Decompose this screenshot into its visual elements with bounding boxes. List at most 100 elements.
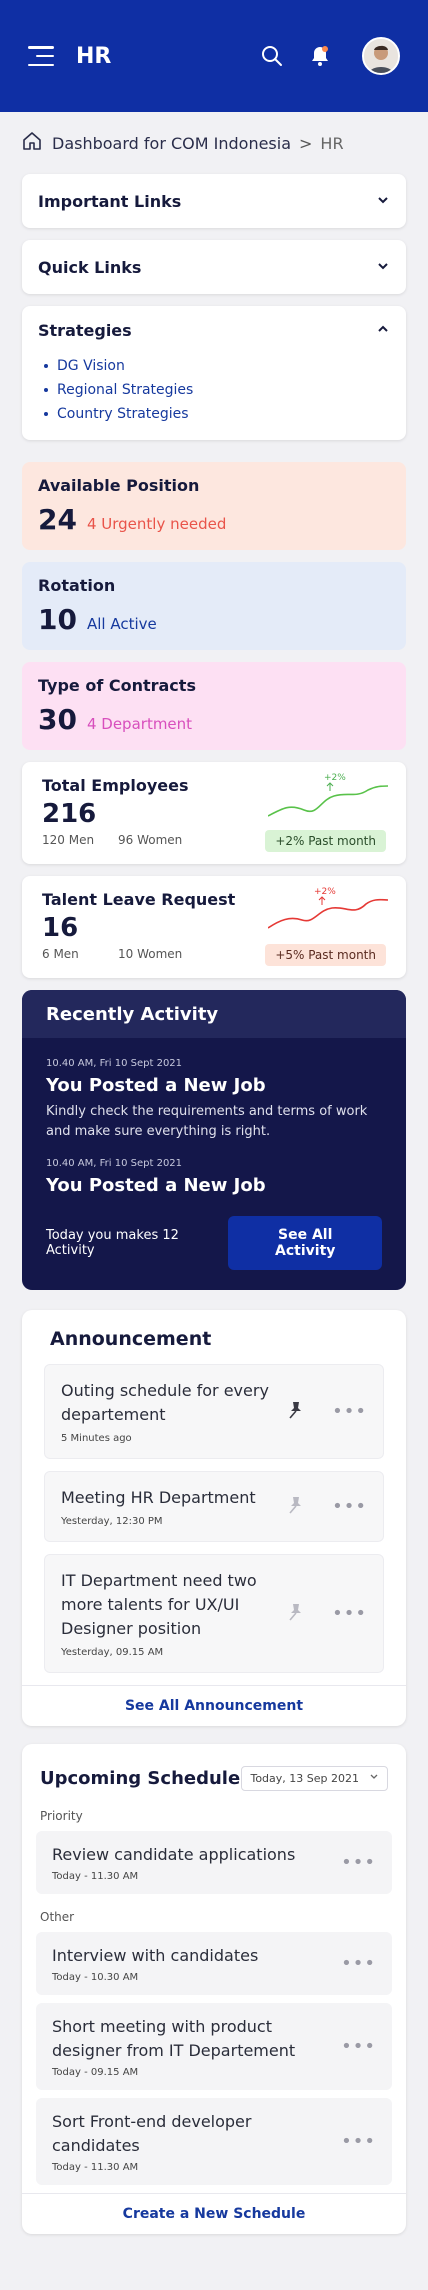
stat-available-position[interactable]: Available Position 24 4 Urgently needed [22, 462, 406, 550]
accordion-quick-links[interactable]: Quick Links [22, 240, 406, 294]
pin-icon[interactable] [286, 1602, 310, 1626]
recent-activity-panel: Recently Activity 10.40 AM, Fri 10 Sept … [22, 990, 406, 1290]
trend-label: +2% [324, 773, 346, 783]
chevron-down-icon [376, 258, 390, 277]
page-title: HR [76, 43, 112, 69]
stat-label: Type of Contracts [38, 676, 196, 695]
activity-title: You Posted a New Job [46, 1075, 266, 1096]
create-schedule-link[interactable]: Create a New Schedule [22, 2193, 406, 2234]
strategies-list: DG Vision Regional Strategies Country St… [38, 354, 390, 426]
chevron-up-icon [376, 321, 390, 340]
stat-subtext: 4 Urgently needed [86, 515, 227, 533]
home-icon[interactable] [22, 131, 42, 155]
accordion-strategies: Strategies DG Vision Regional Strategies… [22, 306, 406, 440]
date-picker[interactable]: Today, 13 Sep 2021 [241, 1766, 388, 1791]
panel-title: Upcoming Schedule [40, 1768, 241, 1789]
activity-time: 10.40 AM, Fri 10 Sept 2021 [46, 1058, 183, 1069]
trend-sparkline: +2% [268, 773, 388, 817]
women-count: 10 Women [118, 947, 183, 961]
breadcrumb-current: HR [320, 133, 344, 153]
stat-label: Rotation [38, 576, 116, 595]
avatar[interactable] [362, 37, 400, 75]
activity-item[interactable]: 10.40 AM, Fri 10 Sept 2021 You Posted a … [46, 1158, 382, 1196]
activity-time: 10.40 AM, Fri 10 Sept 2021 [46, 1158, 183, 1169]
schedule-title: Sort Front-end developer candidates [52, 2112, 252, 2155]
trend-label: +2% [314, 887, 336, 897]
announcement-item[interactable]: Outing schedule for every departement 5 … [44, 1364, 384, 1459]
more-options-icon[interactable]: ••• [341, 2036, 376, 2057]
announcement-time: Yesterday, 12:30 PM [61, 1516, 163, 1527]
accordion-important-links[interactable]: Important Links [22, 174, 406, 228]
growth-badge: +2% Past month [265, 830, 386, 852]
stat-label: Available Position [38, 476, 200, 495]
accordion-header[interactable]: Strategies [38, 306, 390, 354]
stat-value: 10 [38, 603, 77, 636]
schedule-title: Interview with candidates [52, 1946, 259, 1965]
schedule-item[interactable]: Short meeting with product designer from… [36, 2003, 392, 2090]
stat-value: 30 [38, 703, 77, 736]
activity-count: Today you makes 12 Activity [46, 1228, 179, 1258]
pin-icon[interactable] [286, 1495, 310, 1519]
talent-leave-card[interactable]: Talent Leave Request 16 6 Men 10 Women +2… [22, 876, 406, 978]
men-count: 120 Men [42, 833, 95, 847]
breadcrumb-separator: > [299, 133, 313, 153]
schedule-time: Today - 10.30 AM [52, 1972, 139, 1983]
chevron-down-icon [376, 192, 390, 211]
panel-title: Announcement [50, 1328, 212, 1350]
announcement-item[interactable]: IT Department need two more talents for … [44, 1554, 384, 1673]
schedule-title: Short meeting with product designer from… [52, 2017, 296, 2060]
activity-item[interactable]: 10.40 AM, Fri 10 Sept 2021 You Posted a … [46, 1058, 382, 1142]
breadcrumb-root[interactable]: Dashboard for COM Indonesia [52, 134, 291, 153]
schedule-item[interactable]: Review candidate applications Today - 11… [36, 1831, 392, 1894]
accordion-title: Strategies [38, 320, 132, 340]
trend-sparkline: +2% [268, 887, 388, 929]
announcement-title: Meeting HR Department [61, 1488, 256, 1507]
strategy-link[interactable]: Regional Strategies [38, 378, 390, 402]
see-all-announcement-link[interactable]: See All Announcement [22, 1685, 406, 1726]
strategy-link[interactable]: DG Vision [38, 354, 390, 378]
more-options-icon[interactable]: ••• [332, 1603, 367, 1624]
chevron-down-icon [369, 1772, 379, 1785]
schedule-item[interactable]: Interview with candidates Today - 10.30 … [36, 1932, 392, 1995]
group-label-other: Other [40, 1910, 75, 1924]
date-value: Today, 13 Sep 2021 [250, 1772, 359, 1785]
more-options-icon[interactable]: ••• [341, 2131, 376, 2152]
schedule-time: Today - 09.15 AM [52, 2067, 139, 2078]
schedule-item[interactable]: Sort Front-end developer candidates Toda… [36, 2098, 392, 2185]
men-count: 6 Men [42, 947, 79, 961]
stat-subtext: All Active [86, 615, 157, 633]
announcement-time: Yesterday, 09.15 AM [61, 1647, 164, 1658]
schedule-time: Today - 11.30 AM [52, 2162, 139, 2173]
growth-badge: +5% Past month [265, 944, 386, 966]
group-label-priority: Priority [40, 1809, 83, 1823]
breadcrumb: Dashboard for COM Indonesia > HR [0, 112, 428, 174]
strategy-link[interactable]: Country Strategies [38, 402, 390, 426]
accordion-title: Quick Links [38, 257, 142, 277]
stat-value: 24 [38, 503, 77, 536]
hamburger-menu-icon[interactable] [28, 46, 54, 66]
activity-title: You Posted a New Job [46, 1175, 266, 1196]
schedule-time: Today - 11.30 AM [52, 1871, 139, 1882]
upcoming-schedule-panel: Upcoming Schedule Today, 13 Sep 2021 Pri… [22, 1744, 406, 2234]
pin-icon[interactable] [286, 1400, 310, 1424]
see-all-activity-button[interactable]: See All Activity [228, 1216, 382, 1270]
total-employees-card[interactable]: Total Employees 216 120 Men 96 Women +2% … [22, 762, 406, 864]
stat-type-of-contracts[interactable]: Type of Contracts 30 4 Department [22, 662, 406, 750]
announcement-item[interactable]: Meeting HR Department Yesterday, 12:30 P… [44, 1471, 384, 1542]
more-options-icon[interactable]: ••• [341, 1852, 376, 1873]
announcement-time: 5 Minutes ago [61, 1433, 132, 1444]
more-options-icon[interactable]: ••• [332, 1496, 367, 1517]
more-options-icon[interactable]: ••• [332, 1401, 367, 1422]
top-app-bar: HR [0, 0, 428, 112]
activity-description: Kindly check the requirements and terms … [46, 1104, 368, 1139]
more-options-icon[interactable]: ••• [341, 1953, 376, 1974]
announcement-title: IT Department need two more talents for … [61, 1571, 257, 1638]
search-icon[interactable] [258, 42, 286, 70]
stat-rotation[interactable]: Rotation 10 All Active [22, 562, 406, 650]
women-count: 96 Women [118, 833, 183, 847]
bell-icon[interactable] [306, 42, 334, 70]
accordion-title: Important Links [38, 191, 182, 211]
schedule-title: Review candidate applications [52, 1845, 296, 1864]
announcement-title: Outing schedule for every departement [61, 1381, 269, 1424]
panel-title: Recently Activity [22, 990, 406, 1038]
